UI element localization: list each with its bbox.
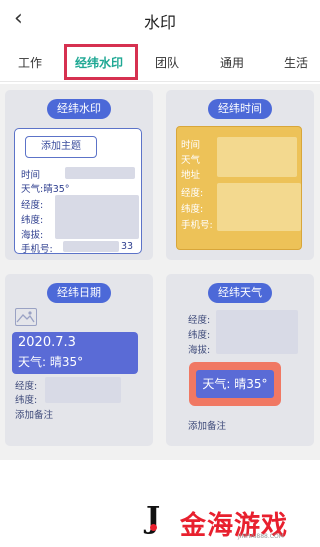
blurred-value: [217, 183, 301, 231]
preview-box: 添加主题 时间 天气:晴35° 经度: 纬度: 海拔: 手机号: 33: [14, 128, 142, 255]
brand-url: JINHAI888.COM: [238, 533, 284, 540]
add-theme-button[interactable]: 添加主题: [25, 136, 97, 158]
watermark-card-weather[interactable]: 经纬天气 经度: 纬度: 海拔: 天气: 晴35° 添加备注: [166, 274, 314, 446]
tab-work[interactable]: 工作: [18, 54, 42, 71]
time-label: 时间: [21, 170, 41, 181]
add-note-link[interactable]: 添加备注: [188, 418, 226, 432]
preview-box: 时间 天气 地址 经度: 纬度: 手机号:: [176, 126, 302, 250]
altitude-label: 海拔:: [21, 230, 44, 241]
latitude-label: 纬度:: [15, 395, 38, 406]
watermark-card-geo[interactable]: 经纬水印 添加主题 时间 天气:晴35° 经度: 纬度: 海拔: 手机号: 33: [5, 90, 153, 260]
card-title-pill: 经纬日期: [47, 283, 111, 303]
latitude-label: 纬度:: [188, 330, 211, 341]
phone-label: 手机号:: [21, 244, 53, 255]
phone-label: 手机号:: [181, 220, 213, 231]
tab-team[interactable]: 团队: [155, 54, 179, 71]
date-weather-box: 2020.7.3 天气: 晴35°: [12, 332, 138, 374]
blurred-value: [45, 377, 121, 403]
date-text: 2020.7.3: [18, 335, 76, 350]
phone-tail: 33: [121, 241, 134, 252]
blurred-value: [65, 167, 135, 179]
watermark-card-date[interactable]: 经纬日期 2020.7.3 天气: 晴35° 经度: 纬度: 添加备注: [5, 274, 153, 446]
latitude-label: 纬度:: [21, 215, 44, 226]
address-label: 地址: [181, 170, 201, 181]
latitude-label: 纬度:: [181, 204, 204, 215]
blurred-value: [63, 241, 119, 252]
tab-general[interactable]: 通用: [220, 54, 244, 71]
tab-bar: 工作 经纬水印 团队 通用 生活: [0, 42, 320, 82]
longitude-label: 经度:: [188, 315, 211, 326]
weather-badge-frame: 天气: 晴35°: [189, 362, 281, 406]
logo-dot: [150, 524, 157, 531]
card-title-pill: 经纬天气: [208, 283, 272, 303]
weather-label: 天气: [181, 155, 201, 166]
longitude-label: 经度:: [15, 381, 38, 392]
blurred-value: [55, 195, 139, 239]
header: ‹ 水印: [0, 0, 320, 40]
weather-badge: 天气: 晴35°: [196, 370, 274, 398]
blurred-value: [217, 137, 297, 177]
image-icon: [15, 308, 37, 326]
altitude-label: 海拔:: [188, 345, 211, 356]
longitude-label: 经度:: [181, 188, 204, 199]
page-title: 水印: [143, 13, 176, 32]
watermark-card-time[interactable]: 经纬时间 时间 天气 地址 经度: 纬度: 手机号:: [166, 90, 314, 260]
watermark-grid: 经纬水印 添加主题 时间 天气:晴35° 经度: 纬度: 海拔: 手机号: 33…: [0, 84, 320, 460]
blurred-value: [216, 310, 298, 354]
add-note-link[interactable]: 添加备注: [15, 407, 53, 421]
weather-label: 天气:晴35°: [21, 184, 70, 195]
highlight-box: [64, 44, 138, 80]
card-title-pill: 经纬水印: [47, 99, 111, 119]
weather-text: 天气: 晴35°: [18, 355, 84, 369]
longitude-label: 经度:: [21, 200, 44, 211]
card-title-pill: 经纬时间: [208, 99, 272, 119]
time-label: 时间: [181, 140, 201, 151]
tab-life[interactable]: 生活: [284, 54, 308, 71]
